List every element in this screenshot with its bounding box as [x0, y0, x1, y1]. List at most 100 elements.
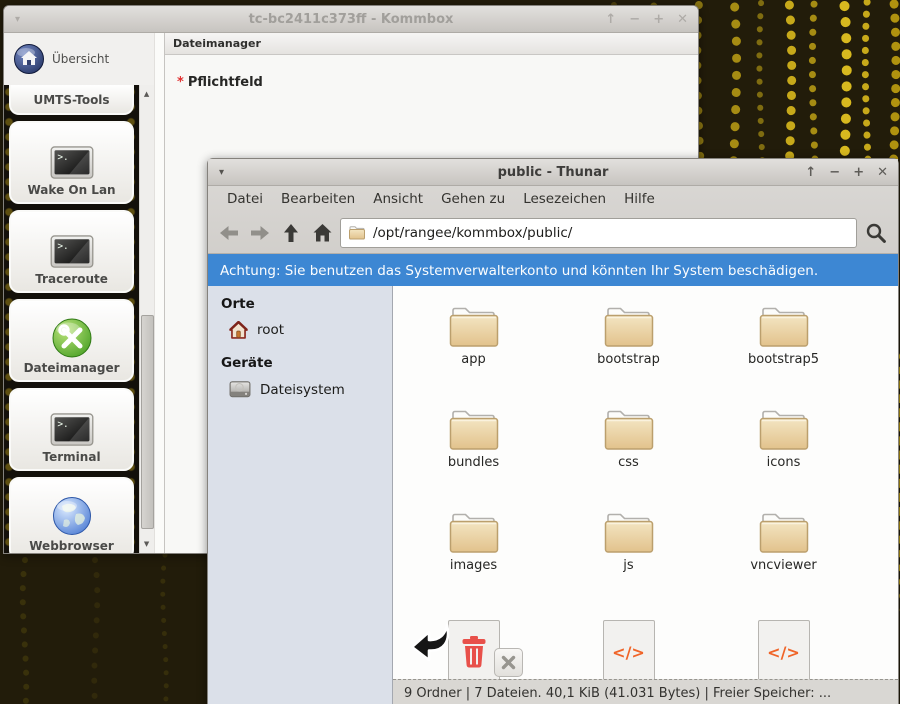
folder-icon	[601, 406, 657, 452]
file-grid: app bootstrap bootstrap5 bundles	[393, 286, 898, 680]
home-button[interactable]	[309, 219, 335, 247]
folder-item[interactable]: js	[551, 504, 706, 607]
cancel-badge	[494, 648, 523, 677]
folder-label: icons	[767, 455, 801, 470]
sidebar-scrollbar[interactable]: ▲ ▼	[139, 85, 154, 553]
kommbox-sidebar: Übersicht UMTS-Tools Wake On Lan T	[4, 33, 154, 553]
folder-label: js	[623, 558, 633, 573]
folder-icon	[601, 303, 657, 349]
tab-dateimanager[interactable]: Dateimanager	[165, 37, 269, 50]
minimize-icon[interactable]: −	[629, 12, 640, 27]
folder-icon	[446, 406, 502, 452]
sidebar-item-traceroute[interactable]: Traceroute	[9, 210, 134, 293]
folder-icon	[756, 303, 812, 349]
file-item-code[interactable]: </>	[706, 607, 861, 680]
folder-icon	[756, 509, 812, 555]
folder-label: bootstrap5	[748, 352, 819, 367]
menu-bearbeiten[interactable]: Bearbeiten	[272, 188, 364, 210]
tools-icon	[52, 318, 92, 358]
overview-label: Übersicht	[52, 52, 109, 66]
up-button[interactable]	[278, 219, 304, 247]
folder-item[interactable]: bootstrap5	[706, 298, 861, 401]
scroll-down-icon[interactable]: ▼	[140, 537, 153, 551]
root-warning-banner: Achtung: Sie benutzen das Systemverwalte…	[208, 254, 898, 287]
minimize-icon[interactable]: −	[829, 165, 840, 180]
cancel-x-icon	[501, 655, 516, 670]
devices-heading: Geräte	[221, 355, 392, 371]
forward-icon	[250, 223, 270, 243]
folder-item[interactable]: vncviewer	[706, 504, 861, 607]
menu-ansicht[interactable]: Ansicht	[364, 188, 432, 210]
place-label: root	[257, 322, 284, 338]
tile-label: Wake On Lan	[28, 183, 116, 197]
thunar-toolbar: /opt/rangee/kommbox/public/	[208, 212, 898, 254]
sidebar-item-uebersicht[interactable]: Übersicht	[4, 33, 154, 85]
tile-label: Traceroute	[35, 272, 108, 286]
home-icon	[229, 321, 248, 339]
kommbox-titlebar[interactable]: ▾ tc-bc2411c373ff - Kommbox ↑ − + ✕	[4, 6, 698, 33]
folder-item[interactable]: icons	[706, 401, 861, 504]
maximize-icon[interactable]: +	[853, 165, 864, 180]
folder-item[interactable]: bundles	[396, 401, 551, 504]
thunar-titlebar[interactable]: ▾ public - Thunar ↑ − + ✕	[208, 159, 898, 186]
folder-icon	[601, 509, 657, 555]
device-filesystem[interactable]: Dateisystem	[229, 380, 392, 399]
folder-mini-icon	[348, 225, 366, 240]
places-heading: Orte	[221, 296, 392, 312]
location-bar[interactable]: /opt/rangee/kommbox/public/	[340, 218, 857, 248]
folder-item[interactable]: bootstrap	[551, 298, 706, 401]
folder-icon	[446, 303, 502, 349]
menu-datei[interactable]: Datei	[218, 188, 272, 210]
shade-icon[interactable]: ↑	[605, 12, 616, 27]
trash-icon	[461, 636, 487, 668]
home-nav-icon	[312, 223, 333, 243]
place-root[interactable]: root	[229, 321, 392, 339]
folder-label: images	[450, 558, 497, 573]
folder-item[interactable]: app	[396, 298, 551, 401]
scroll-up-icon[interactable]: ▲	[140, 87, 153, 101]
location-path: /opt/rangee/kommbox/public/	[373, 225, 572, 241]
window-menu-icon[interactable]: ▾	[15, 14, 20, 25]
folder-icon	[446, 509, 502, 555]
folder-icon	[756, 406, 812, 452]
back-button[interactable]	[216, 219, 242, 247]
tile-label: Webbrowser	[29, 539, 114, 553]
search-icon	[866, 223, 886, 243]
kommbox-tool-list: UMTS-Tools Wake On Lan Traceroute D	[4, 85, 139, 553]
forward-button[interactable]	[247, 219, 273, 247]
scrollbar-thumb[interactable]	[141, 315, 154, 529]
tile-label: Dateimanager	[24, 361, 120, 375]
folder-item[interactable]: css	[551, 401, 706, 504]
code-icon: </>	[767, 643, 800, 662]
device-label: Dateisystem	[260, 382, 345, 398]
kommbox-window-title: tc-bc2411c373ff - Kommbox	[4, 12, 698, 27]
sidebar-item-wake-on-lan[interactable]: Wake On Lan	[9, 121, 134, 204]
window-menu-icon[interactable]: ▾	[219, 167, 224, 178]
folder-item[interactable]: images	[396, 504, 551, 607]
desktop: >.	[0, 0, 900, 704]
drive-icon	[229, 380, 251, 399]
globe-icon	[52, 496, 92, 536]
file-thumbnail: </>	[758, 620, 810, 680]
menu-hilfe[interactable]: Hilfe	[615, 188, 664, 210]
thunar-window-title: public - Thunar	[208, 165, 898, 180]
sidebar-item-webbrowser[interactable]: Webbrowser	[9, 477, 134, 553]
code-icon: </>	[612, 643, 645, 662]
search-button[interactable]	[862, 219, 890, 247]
close-icon[interactable]: ✕	[877, 165, 888, 180]
file-thumbnail: </>	[603, 620, 655, 680]
menu-gehen-zu[interactable]: Gehen zu	[432, 188, 514, 210]
close-icon[interactable]: ✕	[677, 12, 688, 27]
required-asterisk: *	[177, 75, 184, 90]
shade-icon[interactable]: ↑	[805, 165, 816, 180]
home-circle-icon	[14, 44, 44, 74]
maximize-icon[interactable]: +	[653, 12, 664, 27]
tile-label: UMTS-Tools	[34, 93, 110, 107]
menu-lesezeichen[interactable]: Lesezeichen	[514, 188, 615, 210]
folder-label: bundles	[448, 455, 499, 470]
sidebar-item-dateimanager[interactable]: Dateimanager	[9, 299, 134, 382]
sidebar-item-umts-tools[interactable]: UMTS-Tools	[9, 85, 134, 115]
file-item-code[interactable]: </>	[551, 607, 706, 680]
sidebar-item-terminal[interactable]: Terminal	[9, 388, 134, 471]
required-field-note: *Pflichtfeld	[177, 75, 698, 90]
